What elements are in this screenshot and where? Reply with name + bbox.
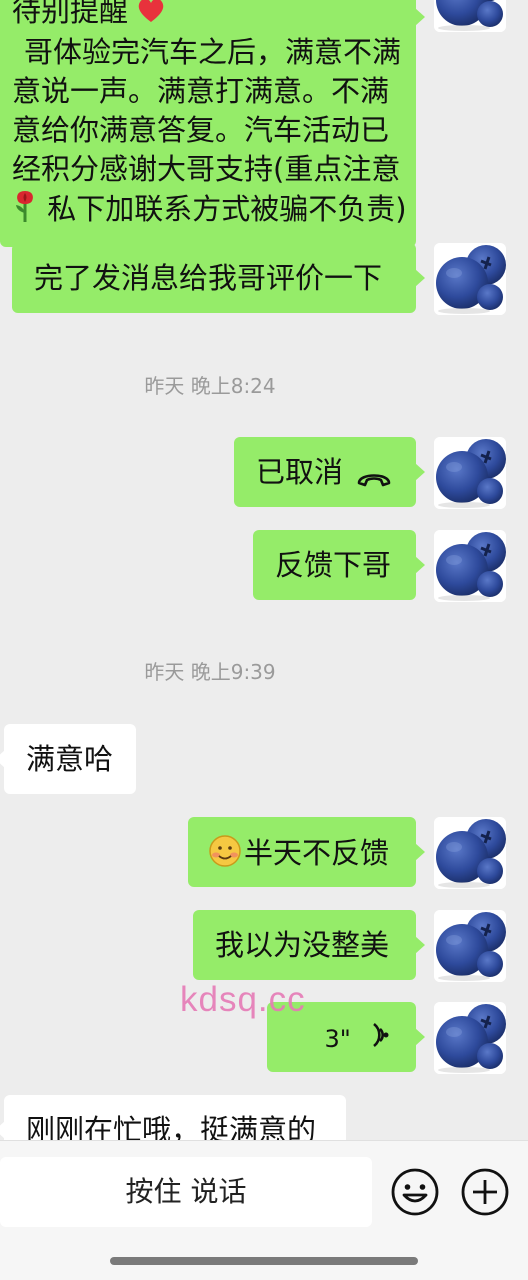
rose-icon: [12, 189, 38, 233]
message-bubble-outgoing[interactable]: 待别提醒 哥体验完汽车之后，满意不满 意说一声。满意打满意。不满 意给你满意答复…: [0, 0, 425, 247]
avatar[interactable]: [434, 243, 506, 315]
message-text: 意给你满意答复。汽车活动已: [12, 112, 390, 147]
message-bubble-outgoing[interactable]: 半天不反馈: [188, 817, 425, 887]
hold-to-talk-button[interactable]: 按住 说话: [0, 1157, 372, 1227]
avatar[interactable]: [434, 530, 506, 602]
avatar[interactable]: [434, 0, 506, 32]
phone-hangup-icon: [356, 461, 392, 497]
message-text: 已取消: [256, 455, 344, 489]
blueberry-avatar-icon: [434, 910, 506, 982]
timestamp: 昨天 晚上8:24: [144, 374, 276, 398]
message-text: 意说一声。满意打满意。不满: [12, 73, 390, 108]
message-text: 我以为没整美: [215, 928, 390, 962]
message-text: 反馈下哥: [275, 548, 392, 582]
call-cancelled-bubble[interactable]: 已取消: [234, 437, 425, 507]
message-text: 哥体验完汽车之后，满意不满: [24, 34, 402, 69]
message-text: 经积分感谢大哥支持(重点注意: [12, 151, 401, 186]
avatar[interactable]: [434, 910, 506, 982]
timestamp: 昨天 晚上9:39: [144, 660, 276, 684]
blueberry-avatar-icon: [434, 437, 506, 509]
message-bubble-outgoing[interactable]: 我以为没整美: [193, 910, 425, 980]
watermark: kdsq.cc: [180, 980, 306, 1019]
avatar[interactable]: [434, 437, 506, 509]
avatar[interactable]: [434, 817, 506, 889]
message-text: 待别提醒: [12, 0, 129, 28]
heart-icon: [137, 0, 165, 33]
blueberry-avatar-icon: [434, 1002, 506, 1074]
message-text: 完了发消息给我哥评价一下: [34, 261, 383, 295]
chat-area[interactable]: 待别提醒 哥体验完汽车之后，满意不满 意说一声。满意打满意。不满 意给你满意答复…: [0, 0, 528, 1140]
voice-wave-icon: [368, 1020, 390, 1058]
input-bar: 按住 说话: [0, 1140, 528, 1280]
more-plus-button[interactable]: [460, 1167, 510, 1217]
message-bubble-incoming[interactable]: 刚刚在忙哦，挺满意的: [0, 1095, 346, 1140]
home-indicator: [110, 1257, 418, 1265]
blueberry-avatar-icon: [434, 243, 506, 315]
message-text: 刚刚在忙哦，挺满意的: [26, 1113, 317, 1140]
message-text: 私下加联系方式被骗不负责): [47, 191, 407, 226]
blueberry-avatar-icon: [434, 530, 506, 602]
message-bubble-outgoing[interactable]: 反馈下哥: [253, 530, 425, 600]
avatar[interactable]: [434, 1002, 506, 1074]
plus-icon: [461, 1168, 509, 1216]
smiley-emoji-icon: [208, 834, 242, 876]
voice-duration: 3": [324, 1025, 351, 1053]
emoji-button[interactable]: [390, 1167, 440, 1217]
message-bubble-incoming[interactable]: 满意哈: [0, 724, 136, 794]
blueberry-avatar-icon: [434, 0, 506, 32]
message-text: 半天不反馈: [244, 836, 390, 870]
blueberry-avatar-icon: [434, 817, 506, 889]
emoji-face-icon: [391, 1168, 439, 1216]
message-text: 满意哈: [26, 742, 114, 776]
message-bubble-outgoing[interactable]: 完了发消息给我哥评价一下: [12, 243, 425, 313]
